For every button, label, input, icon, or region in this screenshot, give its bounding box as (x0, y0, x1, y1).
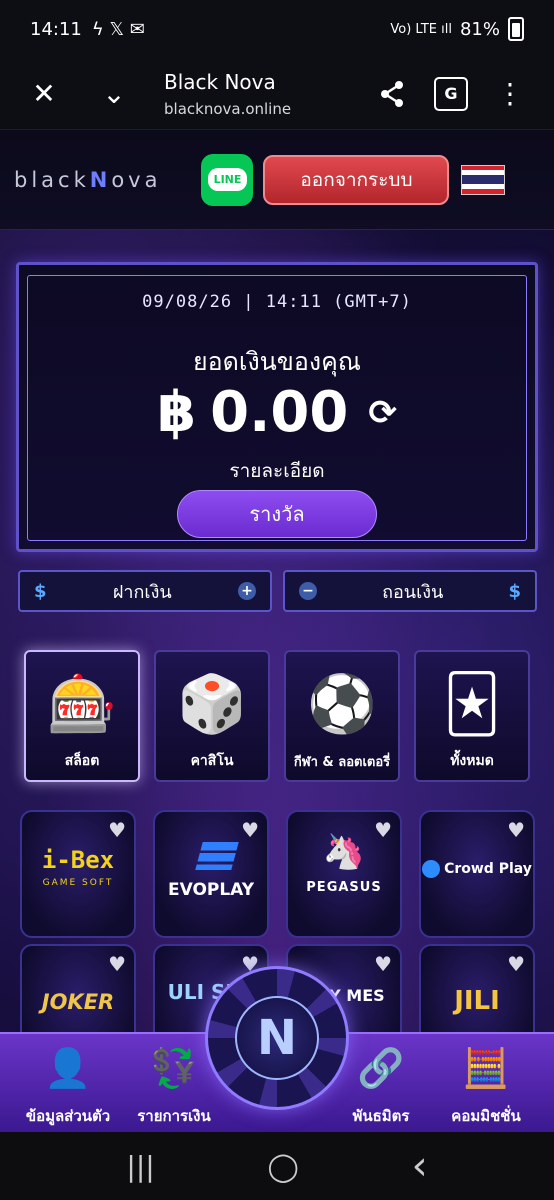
slot-machine-icon: 🎰 (47, 672, 117, 737)
category-all[interactable]: 🃏 ทั้งหมด (414, 650, 530, 782)
playing-cards-icon: 🃏 (443, 671, 501, 737)
battery-percent: 81% (459, 18, 500, 40)
close-icon[interactable]: ✕ (22, 72, 66, 116)
heart-icon[interactable]: ♥ (374, 952, 392, 976)
provider-ibex[interactable]: ♥ i-Bex GAME SOFT (20, 810, 136, 938)
category-slots[interactable]: 🎰 สล็อต (24, 650, 140, 782)
category-label: กีฬา & ลอตเตอรี่ (293, 755, 391, 770)
deposit-button[interactable]: $ ฝากเงิน + (18, 570, 272, 612)
date-time-display: 09/08/26 | 14:11 (GMT+7) (142, 292, 412, 312)
evoplay-mark-icon (195, 842, 239, 870)
dice-icon: 🎲 (177, 672, 247, 737)
provider-logo: EVOPLAY (167, 880, 255, 900)
deposit-label: ฝากเงิน (112, 581, 172, 603)
user-icon: 👤 (44, 1045, 92, 1090)
provider-logo: Crowd Play (421, 860, 533, 878)
logo-text-pre: black (14, 167, 90, 192)
crowdplay-mark-icon (422, 860, 441, 878)
balance-value: 0.00 (210, 380, 349, 445)
home-icon[interactable]: ◯ (267, 1150, 298, 1183)
browser-page-title: Black Nova (164, 69, 276, 94)
logo-text-post: ova (111, 167, 162, 192)
heart-icon[interactable]: ♥ (507, 818, 525, 842)
back-icon[interactable]: ‹ (412, 1143, 428, 1189)
provider-logo: i-Bex (41, 846, 115, 874)
nav-label: ข้อมูลส่วนตัว (25, 1107, 111, 1125)
plus-icon: + (238, 582, 256, 600)
app-root: 14:11 ϟ 𝕏 ✉ Vo) LTE ıll 81% ✕ ⌄ Black No… (0, 0, 554, 1200)
logo-text-n: N (89, 167, 112, 192)
nav-commission[interactable]: 🧮 คอมมิชชั่น (426, 1040, 546, 1128)
browser-title-block[interactable]: Black Nova blacknova.online (164, 70, 291, 118)
heart-icon[interactable]: ♥ (507, 952, 525, 976)
category-casino[interactable]: 🎲 คาสิโน (154, 650, 270, 782)
provider-name: Crowd Play (444, 861, 532, 877)
provider-pegasus[interactable]: ♥ 🦄 PEGASUS (286, 810, 402, 938)
reward-button[interactable]: รางวัล (177, 490, 377, 538)
status-bar: 14:11 ϟ 𝕏 ✉ Vo) LTE ıll 81% (0, 0, 554, 58)
nav-profile[interactable]: 👤 ข้อมูลส่วนตัว (8, 1040, 128, 1128)
provider-logo: JILI (454, 986, 500, 1016)
unicorn-icon: 🦄 (322, 832, 366, 872)
translate-icon[interactable]: G (434, 76, 468, 111)
category-sports-lottery[interactable]: ⚽ กีฬา & ลอตเตอรี่ (284, 650, 400, 782)
share-icon[interactable] (370, 72, 414, 116)
home-chip-button[interactable]: N (205, 966, 349, 1110)
status-time: 14:11 (30, 18, 82, 40)
withdraw-label: ถอนเงิน (382, 581, 444, 603)
provider-crowdplay[interactable]: ♥ Crowd Play (419, 810, 535, 938)
refresh-icon[interactable]: ⟳ (368, 393, 397, 433)
nav-label: คอมมิชชั่น (451, 1107, 521, 1125)
provider-logo: JOKER (41, 990, 115, 1014)
balance-amount: ฿ 0.00 ⟳ (0, 380, 554, 445)
nova-logo-icon: N (235, 996, 319, 1080)
chevron-down-icon[interactable]: ⌄ (92, 72, 136, 116)
browser-toolbar: ✕ ⌄ Black Nova blacknova.online G ⋮ (0, 58, 554, 130)
more-menu-icon[interactable]: ⋮ (488, 72, 532, 116)
withdraw-button[interactable]: − ถอนเงิน $ (283, 570, 537, 612)
category-label: สล็อต (64, 753, 100, 769)
signal-icon: Vo) LTE ıll (390, 21, 452, 37)
heart-icon[interactable]: ♥ (241, 818, 259, 842)
browser-url: blacknova.online (164, 99, 292, 118)
nav-label: พันธมิตร (352, 1107, 410, 1125)
site-header: blackNova LINE ออกจากระบบ (0, 130, 554, 230)
nav-label: รายการเงิน (137, 1107, 211, 1125)
currency-symbol: ฿ (157, 380, 197, 445)
calculator-icon: 🧮 (462, 1045, 510, 1090)
heart-icon[interactable]: ♥ (108, 952, 126, 976)
line-icon: LINE (207, 168, 248, 191)
category-label: ทั้งหมด (450, 753, 494, 769)
battery-icon (508, 17, 524, 41)
notification-icons: ϟ 𝕏 ✉ (91, 18, 145, 40)
dollar-icon: $ (34, 580, 47, 602)
heart-icon[interactable]: ♥ (108, 818, 126, 842)
recent-apps-icon[interactable]: ||| (126, 1150, 154, 1183)
provider-evoplay[interactable]: ♥ EVOPLAY (153, 810, 269, 938)
line-contact-button[interactable]: LINE (201, 153, 254, 206)
details-link[interactable]: รายละเอียด (0, 456, 554, 486)
logout-button[interactable]: ออกจากระบบ (263, 154, 450, 205)
balance-label: ยอดเงินของคุณ (193, 347, 361, 376)
dollar-icon: $ (508, 580, 521, 602)
minus-icon: − (299, 582, 317, 600)
site-logo[interactable]: blackNova (14, 168, 161, 192)
thai-flag-icon[interactable] (461, 164, 506, 195)
soccer-ball-icon: ⚽ (307, 672, 377, 737)
system-navigation-bar: ||| ◯ ‹ (0, 1132, 554, 1200)
provider-logo: PEGASUS (306, 880, 382, 895)
provider-sub: GAME SOFT (42, 878, 114, 888)
category-label: คาสิโน (190, 753, 234, 769)
